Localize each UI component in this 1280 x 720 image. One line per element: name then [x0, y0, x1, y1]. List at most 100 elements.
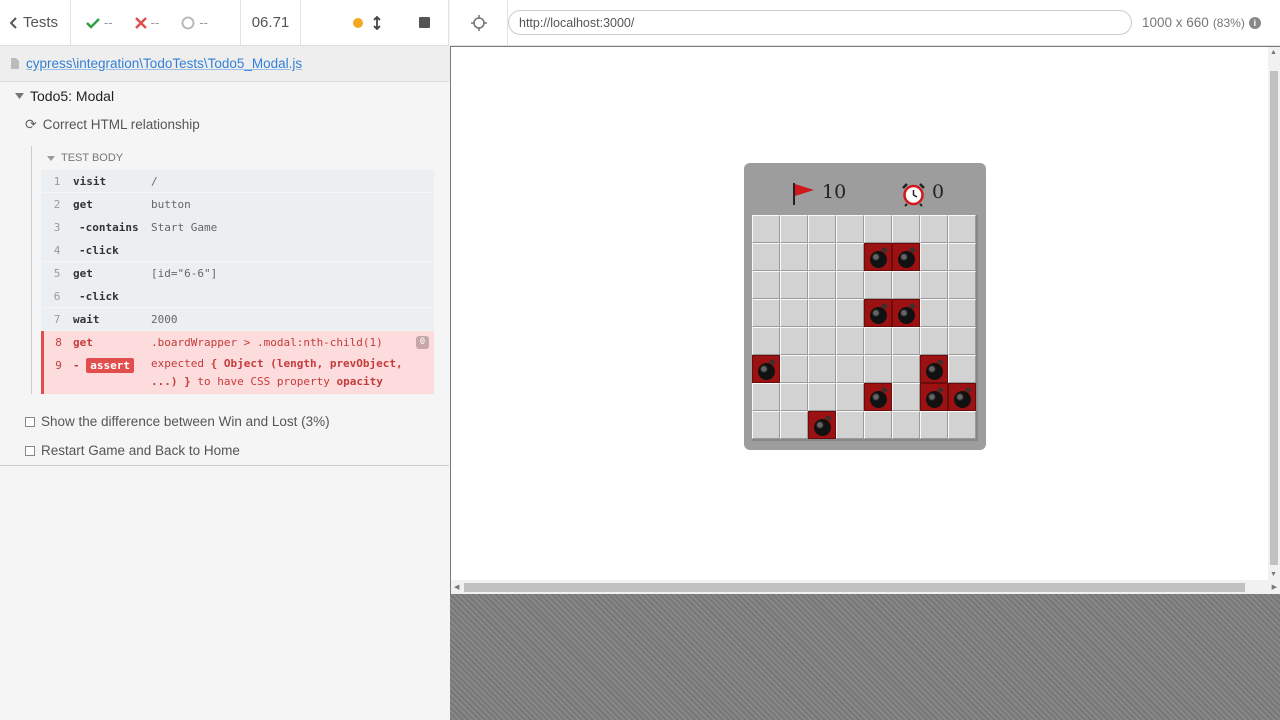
command-row[interactable]: 7 wait 2000 [41, 308, 434, 331]
board-cell[interactable] [948, 299, 976, 327]
mine-cell[interactable] [864, 243, 892, 271]
board-cell[interactable] [808, 271, 836, 299]
board-cell[interactable] [948, 271, 976, 299]
app-under-test-panel: http://localhost:3000/ 1000 x 660 (83%) … [450, 0, 1280, 720]
board-cell[interactable] [864, 271, 892, 299]
board-cell[interactable] [808, 327, 836, 355]
vertical-scroll-thumb[interactable] [1270, 71, 1278, 565]
test-win-lost[interactable]: Show the difference between Win and Lost… [25, 414, 330, 429]
scroll-right-icon[interactable]: ▶ [1272, 583, 1277, 591]
scroll-down-icon[interactable]: ▼ [1270, 571, 1277, 578]
board-cell[interactable] [892, 215, 920, 243]
selector-playground-button[interactable] [450, 0, 508, 46]
board-cell[interactable] [948, 243, 976, 271]
horizontal-scroll-thumb[interactable] [464, 583, 1245, 592]
mine-cell[interactable] [920, 355, 948, 383]
board-cell[interactable] [892, 411, 920, 439]
board-cell[interactable] [780, 299, 808, 327]
board-cell[interactable] [780, 411, 808, 439]
test-restart-game[interactable]: Restart Game and Back to Home [25, 443, 240, 458]
board-cell[interactable] [892, 327, 920, 355]
spec-file-link[interactable]: cypress\integration\TodoTests\Todo5_Moda… [26, 56, 302, 71]
board-cell[interactable] [920, 215, 948, 243]
board-cell[interactable] [920, 299, 948, 327]
board-cell[interactable] [892, 271, 920, 299]
url-bar[interactable]: http://localhost:3000/ [508, 10, 1132, 35]
command-row[interactable]: 1 visit / [41, 170, 434, 193]
board-cell[interactable] [920, 243, 948, 271]
command-row[interactable]: 4 -click [41, 239, 434, 262]
board-cell[interactable] [836, 411, 864, 439]
board-cell[interactable] [752, 327, 780, 355]
board-cell[interactable] [780, 383, 808, 411]
board-cell[interactable] [836, 243, 864, 271]
board-cell[interactable] [836, 299, 864, 327]
board-cell[interactable] [892, 355, 920, 383]
board-cell[interactable] [808, 383, 836, 411]
command-row[interactable]: 2 get button [41, 193, 434, 216]
test-correct-html[interactable]: ⟳ Correct HTML relationship [25, 116, 200, 133]
test-body-toggle[interactable]: TEST BODY [41, 146, 434, 170]
tests-back-button[interactable]: Tests [0, 0, 71, 45]
board-cell[interactable] [752, 299, 780, 327]
auto-scroll-toggle-icon[interactable] [373, 15, 381, 30]
suite-title[interactable]: Todo5: Modal [15, 88, 114, 104]
board-cell[interactable] [836, 271, 864, 299]
board-cell[interactable] [836, 215, 864, 243]
board-cell[interactable] [920, 271, 948, 299]
board-cell[interactable] [808, 299, 836, 327]
board-cell[interactable] [752, 215, 780, 243]
stop-button[interactable] [419, 17, 430, 28]
board-cell[interactable] [752, 411, 780, 439]
board-cell[interactable] [864, 327, 892, 355]
board-cell[interactable] [864, 355, 892, 383]
mine-cell[interactable] [892, 299, 920, 327]
command-row-failed[interactable]: 8 get .boardWrapper > .modal:nth-child(1… [41, 331, 434, 354]
command-row[interactable]: 6 -click [41, 285, 434, 308]
board-cell[interactable] [892, 383, 920, 411]
board-cell[interactable] [752, 243, 780, 271]
mine-cell[interactable] [920, 383, 948, 411]
mine-cell[interactable] [752, 355, 780, 383]
mine-cell[interactable] [864, 299, 892, 327]
board-cell[interactable] [808, 355, 836, 383]
board-cell[interactable] [780, 243, 808, 271]
assert-msg-part: expected [151, 357, 211, 370]
board-cell[interactable] [808, 243, 836, 271]
command-row[interactable]: 3 -contains Start Game [41, 216, 434, 239]
board-cell[interactable] [920, 411, 948, 439]
mine-cell[interactable] [864, 383, 892, 411]
board-cell[interactable] [864, 411, 892, 439]
failed-stat[interactable]: -- [134, 15, 159, 30]
board-cell[interactable] [836, 355, 864, 383]
board-cell[interactable] [920, 327, 948, 355]
bomb-icon [870, 251, 887, 268]
board-cell[interactable] [780, 355, 808, 383]
viewport-info[interactable]: 1000 x 660 (83%) i [1142, 15, 1261, 30]
vertical-scrollbar[interactable]: ▲ ▼ [1268, 47, 1280, 580]
board-cell[interactable] [836, 383, 864, 411]
board-cell[interactable] [948, 355, 976, 383]
command-row-failed[interactable]: 9 - assert expected { Object (length, pr… [41, 354, 434, 394]
mine-cell[interactable] [948, 383, 976, 411]
board-cell[interactable] [836, 327, 864, 355]
board-cell[interactable] [752, 271, 780, 299]
board-cell[interactable] [948, 411, 976, 439]
scroll-left-icon[interactable]: ◀ [454, 583, 459, 591]
mine-cell[interactable] [892, 243, 920, 271]
board-cell[interactable] [780, 271, 808, 299]
horizontal-scrollbar[interactable]: ◀ ▶ [451, 580, 1280, 594]
scroll-up-icon[interactable]: ▲ [1270, 49, 1277, 56]
game-header: 10 0 [744, 163, 986, 213]
passed-stat[interactable]: -- [86, 15, 113, 30]
command-row[interactable]: 5 get [id="6-6"] [41, 262, 434, 285]
board-cell[interactable] [780, 327, 808, 355]
board-cell[interactable] [948, 327, 976, 355]
board-cell[interactable] [808, 215, 836, 243]
pending-stat[interactable]: -- [181, 15, 208, 30]
board-cell[interactable] [864, 215, 892, 243]
board-cell[interactable] [752, 383, 780, 411]
board-cell[interactable] [948, 215, 976, 243]
mine-cell[interactable] [808, 411, 836, 439]
board-cell[interactable] [780, 215, 808, 243]
